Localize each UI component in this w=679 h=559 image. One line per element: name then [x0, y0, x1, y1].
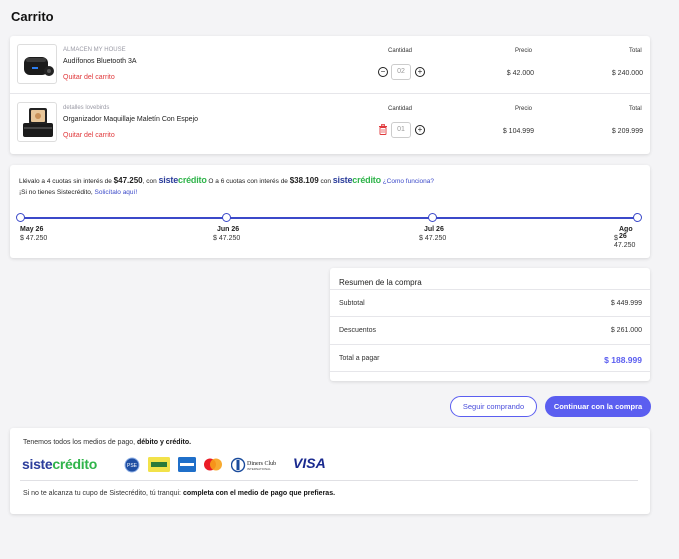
- payment-methods-card: Tenemos todos los medios de pago, débito…: [10, 428, 650, 514]
- installment-amount: $ 47.250: [614, 235, 636, 249]
- qty-header: Cantidad: [388, 106, 413, 112]
- cart-item: ALMACEN MY HOUSE Audífonos Bluetooth 3A …: [10, 36, 650, 93]
- order-summary-card: Resumen de la compra Subtotal $ 449.999 …: [330, 268, 650, 381]
- offer-text: Llévalo a 4 cuotas sin interés de: [19, 178, 114, 185]
- payment-footer: Si no te alcanza tu cupo de Sistecrédito…: [23, 490, 335, 497]
- summary-row-total: Total a pagar $ 188.999: [330, 344, 650, 372]
- qty-header: Cantidad: [388, 48, 413, 54]
- amex-icon: [178, 457, 196, 472]
- payment-footer-bold: completa con el medio de pago que prefie…: [182, 490, 336, 497]
- payment-intro-bold: débito y crédito.: [137, 439, 192, 446]
- installment-amount: $ 47.250: [20, 235, 48, 242]
- timeline-dot: [16, 213, 25, 222]
- discount-value: $ 261.000: [610, 327, 642, 334]
- page-title: Carrito: [11, 9, 54, 24]
- checkout-button[interactable]: Continuar con la compra: [545, 396, 651, 417]
- summary-title: Resumen de la compra: [339, 278, 422, 287]
- total-header: Total: [629, 48, 642, 54]
- efecty-icon: [148, 457, 170, 472]
- cart-items-card: ALMACEN MY HOUSE Audífonos Bluetooth 3A …: [10, 36, 650, 154]
- installments-offer: Llévalo a 4 cuotas sin interés de $47.25…: [19, 175, 434, 185]
- summary-row-discount: Descuentos $ 261.000: [330, 316, 650, 344]
- unit-price: $ 42.000: [506, 70, 534, 77]
- price-header: Precio: [515, 106, 533, 112]
- apply-credit-line: ¡Si no tienes Sistecrédito, Solicítalo a…: [19, 189, 137, 196]
- qty-input[interactable]: 01: [391, 122, 411, 138]
- product-brand: ALMACEN MY HOUSE: [63, 47, 126, 53]
- installment-6-amount: $38.109: [289, 176, 319, 185]
- pse-icon: PSE: [124, 457, 140, 473]
- quantity-stepper: 01 +: [378, 122, 428, 138]
- offer-text: O a 6 cuotas con interés de: [206, 178, 290, 185]
- increase-qty-button[interactable]: +: [415, 125, 425, 135]
- line-total: $ 240.000: [611, 70, 643, 77]
- installment-amount: $ 47.250: [213, 235, 241, 242]
- line-total: $ 209.999: [611, 128, 643, 135]
- payment-intro: Tenemos todos los medios de pago, débito…: [23, 439, 191, 446]
- timeline-dot: [428, 213, 437, 222]
- trash-icon[interactable]: [378, 124, 388, 135]
- subtotal-value: $ 449.999: [610, 300, 642, 307]
- no-account-text: ¡Si no tienes Sistecrédito,: [19, 189, 93, 196]
- quantity-stepper: − 02 +: [378, 64, 428, 80]
- sistecredito-logo: sistecrédito: [22, 456, 97, 472]
- apply-credit-link[interactable]: Solicítalo aquí!: [95, 189, 138, 196]
- timeline-dot: [633, 213, 642, 222]
- decrease-qty-button[interactable]: −: [378, 67, 388, 77]
- product-image-makeup-case[interactable]: [17, 102, 57, 142]
- product-brand: detalles lovebirds: [63, 105, 110, 111]
- timeline-line: [20, 217, 640, 219]
- price-header: Precio: [515, 48, 533, 54]
- payment-footer-text: Si no te alcanza tu cupo de Sistecrédito…: [23, 490, 183, 497]
- offer-text: , con: [142, 178, 159, 185]
- total-header: Total: [629, 106, 642, 112]
- product-name[interactable]: Organizador Maquillaje Maletín Con Espej…: [63, 116, 198, 123]
- installment-date: Jul 26: [424, 226, 444, 233]
- installment-date: Jun 26: [217, 226, 240, 233]
- installment-amount: $ 47.250: [419, 235, 447, 242]
- installment-date: May 26: [20, 226, 44, 233]
- installment-4-amount: $47.250: [113, 176, 143, 185]
- payment-logos: sistecrédito PSE Diners Club INTERNATION…: [22, 455, 362, 475]
- payment-intro-text: Tenemos todos los medios de pago,: [23, 439, 138, 446]
- qty-input[interactable]: 02: [391, 64, 411, 80]
- cart-item: detalles lovebirds Organizador Maquillaj…: [10, 93, 650, 150]
- sistecredito-logo: sistecrédito: [332, 175, 381, 185]
- visa-icon: VISA: [293, 455, 326, 471]
- diners-club-icon: Diners Club INTERNATIONAL: [231, 457, 276, 473]
- unit-price: $ 104.999: [502, 128, 534, 135]
- product-name[interactable]: Audífonos Bluetooth 3A: [63, 58, 137, 65]
- discount-label: Descuentos: [339, 327, 376, 334]
- mastercard-icon: [204, 458, 222, 471]
- offer-text: con: [318, 178, 333, 185]
- remove-from-cart-link[interactable]: Quitar del carrito: [63, 74, 115, 81]
- remove-from-cart-link[interactable]: Quitar del carrito: [63, 132, 115, 139]
- total-value: $ 188.999: [604, 355, 642, 365]
- svg-text:PSE: PSE: [127, 463, 138, 469]
- increase-qty-button[interactable]: +: [415, 67, 425, 77]
- sistecredito-logo: sistecrédito: [158, 175, 207, 185]
- divider: [20, 480, 638, 481]
- product-image-earbuds[interactable]: [17, 44, 57, 84]
- installments-card: Llévalo a 4 cuotas sin interés de $47.25…: [10, 165, 650, 258]
- subtotal-label: Subtotal: [339, 300, 365, 307]
- continue-shopping-button[interactable]: Seguir comprando: [450, 396, 537, 417]
- total-label: Total a pagar: [339, 355, 380, 362]
- summary-row-subtotal: Subtotal $ 449.999: [330, 289, 650, 317]
- installments-timeline: May 26 $ 47.250 Jun 26 $ 47.250 Jul 26 $…: [16, 213, 642, 255]
- diners-sub: INTERNATIONAL: [247, 467, 271, 471]
- how-it-works-link[interactable]: ¿Como funciona?: [383, 178, 434, 185]
- timeline-dot: [222, 213, 231, 222]
